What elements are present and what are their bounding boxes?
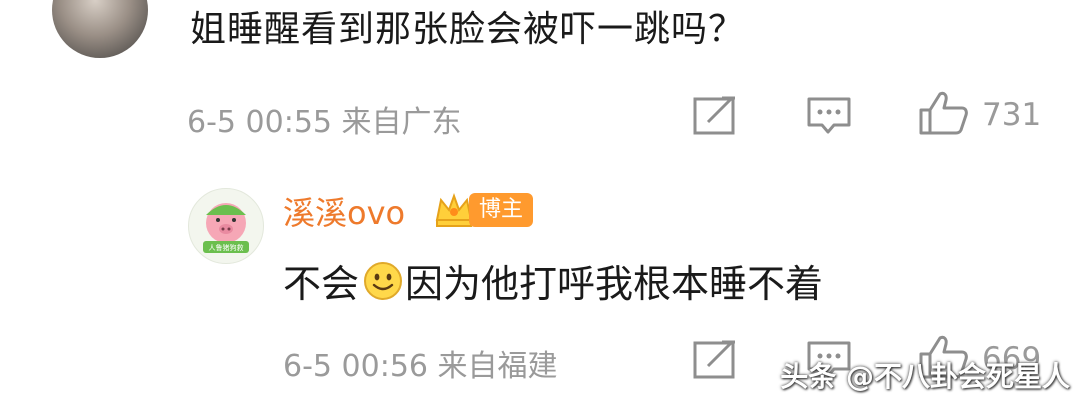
- comment-icon[interactable]: [806, 96, 852, 136]
- avatar[interactable]: [52, 0, 148, 58]
- share-icon[interactable]: [692, 96, 738, 136]
- reply-text-start: 不会: [283, 262, 360, 306]
- reply-text: 不会 因为他打呼我根本睡不着: [283, 253, 823, 308]
- pig-avatar-icon: 人鲁猪狗救: [203, 203, 249, 253]
- like-count: 731: [982, 97, 1042, 133]
- blogger-badge: 博主: [433, 188, 534, 232]
- reply-text-end: 因为他打呼我根本睡不着: [405, 262, 824, 306]
- reply-username[interactable]: 溪溪ovo: [283, 188, 405, 234]
- share-icon[interactable]: [692, 340, 738, 380]
- comment-text: 姐睡醒看到那张脸会被吓一跳吗？: [190, 9, 746, 50]
- like-icon[interactable]: [918, 90, 970, 136]
- comment-meta: 6-5 00:55 来自广东: [187, 105, 462, 140]
- reply-meta: 6-5 00:56 来自福建: [283, 349, 558, 384]
- smile-emoji-icon: [364, 261, 403, 300]
- watermark: 头条 @不八卦会死星人: [780, 360, 1070, 393]
- svg-text:人鲁猪狗救: 人鲁猪狗救: [209, 243, 244, 252]
- badge-label: 博主: [469, 193, 534, 227]
- reply-avatar[interactable]: 人鲁猪狗救: [188, 188, 264, 264]
